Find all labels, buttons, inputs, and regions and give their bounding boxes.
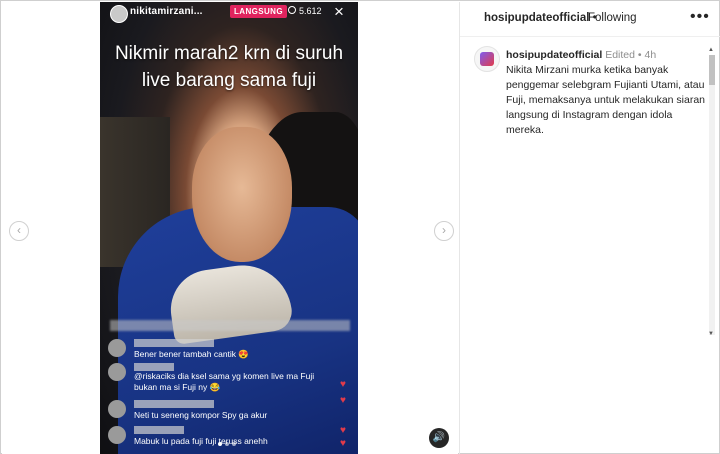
edited-label: Edited (605, 49, 635, 61)
audio-toggle-button[interactable]: 🔊 (429, 428, 449, 448)
blurred-comment-bar (110, 320, 350, 331)
scroll-down-icon[interactable]: ▼ (708, 331, 714, 337)
live-topbar: nikitamirzani... LANGSUNG 5.612 × (100, 2, 358, 24)
comments-scrollbar[interactable]: ▲ ▼ (707, 47, 716, 339)
time-separator: • (637, 49, 642, 61)
carousel-indicator (218, 442, 236, 446)
live-comment: @riskaciks dia ksel sama yg komen live m… (108, 363, 348, 397)
scrollbar-track (709, 55, 715, 335)
viewer-count: 5.612 (288, 6, 322, 16)
chevron-left-icon: ‹ (17, 223, 21, 237)
author-avatar-image (480, 52, 494, 66)
close-icon: × (334, 2, 344, 21)
blurred-username (134, 339, 214, 347)
header-username-text[interactable]: hosipupdateofficial (484, 12, 589, 24)
blurred-username (134, 363, 174, 371)
comment-text: Mabuk lu pada fuji fuji teruss anehh (134, 436, 268, 446)
carousel-dot (218, 442, 222, 446)
live-comment: Neti tu seneng kompor Spy ga akur (108, 400, 348, 422)
video-caption: Nikmir marah2 krn di suruh live barang s… (100, 40, 358, 94)
comment-text: bukan ma si Fuji ny 😂 (134, 382, 221, 392)
scroll-up-icon[interactable]: ▲ (708, 47, 714, 53)
header-username[interactable]: hosipupdateofficial • (484, 12, 597, 24)
live-badge: LANGSUNG (230, 5, 287, 18)
post-timestamp[interactable]: 4h (645, 49, 657, 61)
caption-body: Nikita Mirzani murka ketika banyak pengg… (506, 64, 706, 136)
streamer-avatar (110, 5, 128, 23)
eye-icon (288, 6, 296, 14)
commenter-avatar (108, 400, 126, 418)
post-caption: hosipupdateofficial Edited • 4h Nikita M… (506, 48, 706, 138)
commenter-avatar (108, 426, 126, 444)
caption-line-2: live barang sama fuji (141, 70, 317, 91)
commenter-avatar (108, 339, 126, 357)
post-modal: ‹ nikitamirzani... LANGSUNG 5.612 × Nikm… (0, 0, 720, 454)
scrollbar-thumb[interactable] (709, 55, 715, 85)
heart-icon: ♥ (340, 395, 346, 406)
media-area: ‹ nikitamirzani... LANGSUNG 5.612 × Nikm… (2, 2, 458, 454)
streamer-username: nikitamirzani... (130, 6, 203, 17)
carousel-dot (232, 442, 236, 446)
blurred-username (134, 426, 184, 434)
comment-text: @riskaciks dia ksel sama yg komen live m… (134, 371, 315, 381)
heart-icon: ♥ (340, 425, 346, 436)
comment-text: Neti tu seneng kompor Spy ga akur (134, 410, 268, 420)
post-header: hosipupdateofficial • Following ••• (460, 2, 720, 37)
previous-post-button[interactable]: ‹ (9, 221, 29, 241)
comment-text: Bener bener tambah cantik 😍 (134, 349, 250, 359)
speaker-icon: 🔊 (432, 432, 446, 443)
heart-icon: ♥ (340, 379, 346, 390)
caption-line-1: Nikmir marah2 krn di suruh (114, 43, 344, 64)
video-subject-face (192, 127, 292, 262)
author-username[interactable]: hosipupdateofficial (506, 49, 602, 61)
author-avatar[interactable] (474, 46, 500, 72)
viewer-count-value: 5.612 (299, 6, 322, 16)
blurred-username (134, 400, 214, 408)
live-video-frame[interactable]: nikitamirzani... LANGSUNG 5.612 × Nikmir… (100, 2, 358, 454)
following-button[interactable]: Following (588, 12, 637, 24)
live-comment: Bener bener tambah cantik 😍 (108, 339, 348, 361)
commenter-avatar (108, 363, 126, 381)
post-details-panel: hosipupdateofficial • Following ••• hosi… (459, 2, 720, 454)
heart-icon: ♥ (340, 438, 346, 449)
next-post-button[interactable]: › (434, 221, 454, 241)
more-options-icon[interactable]: ••• (690, 8, 710, 26)
chevron-right-icon: › (442, 223, 446, 237)
carousel-dot (225, 442, 229, 446)
